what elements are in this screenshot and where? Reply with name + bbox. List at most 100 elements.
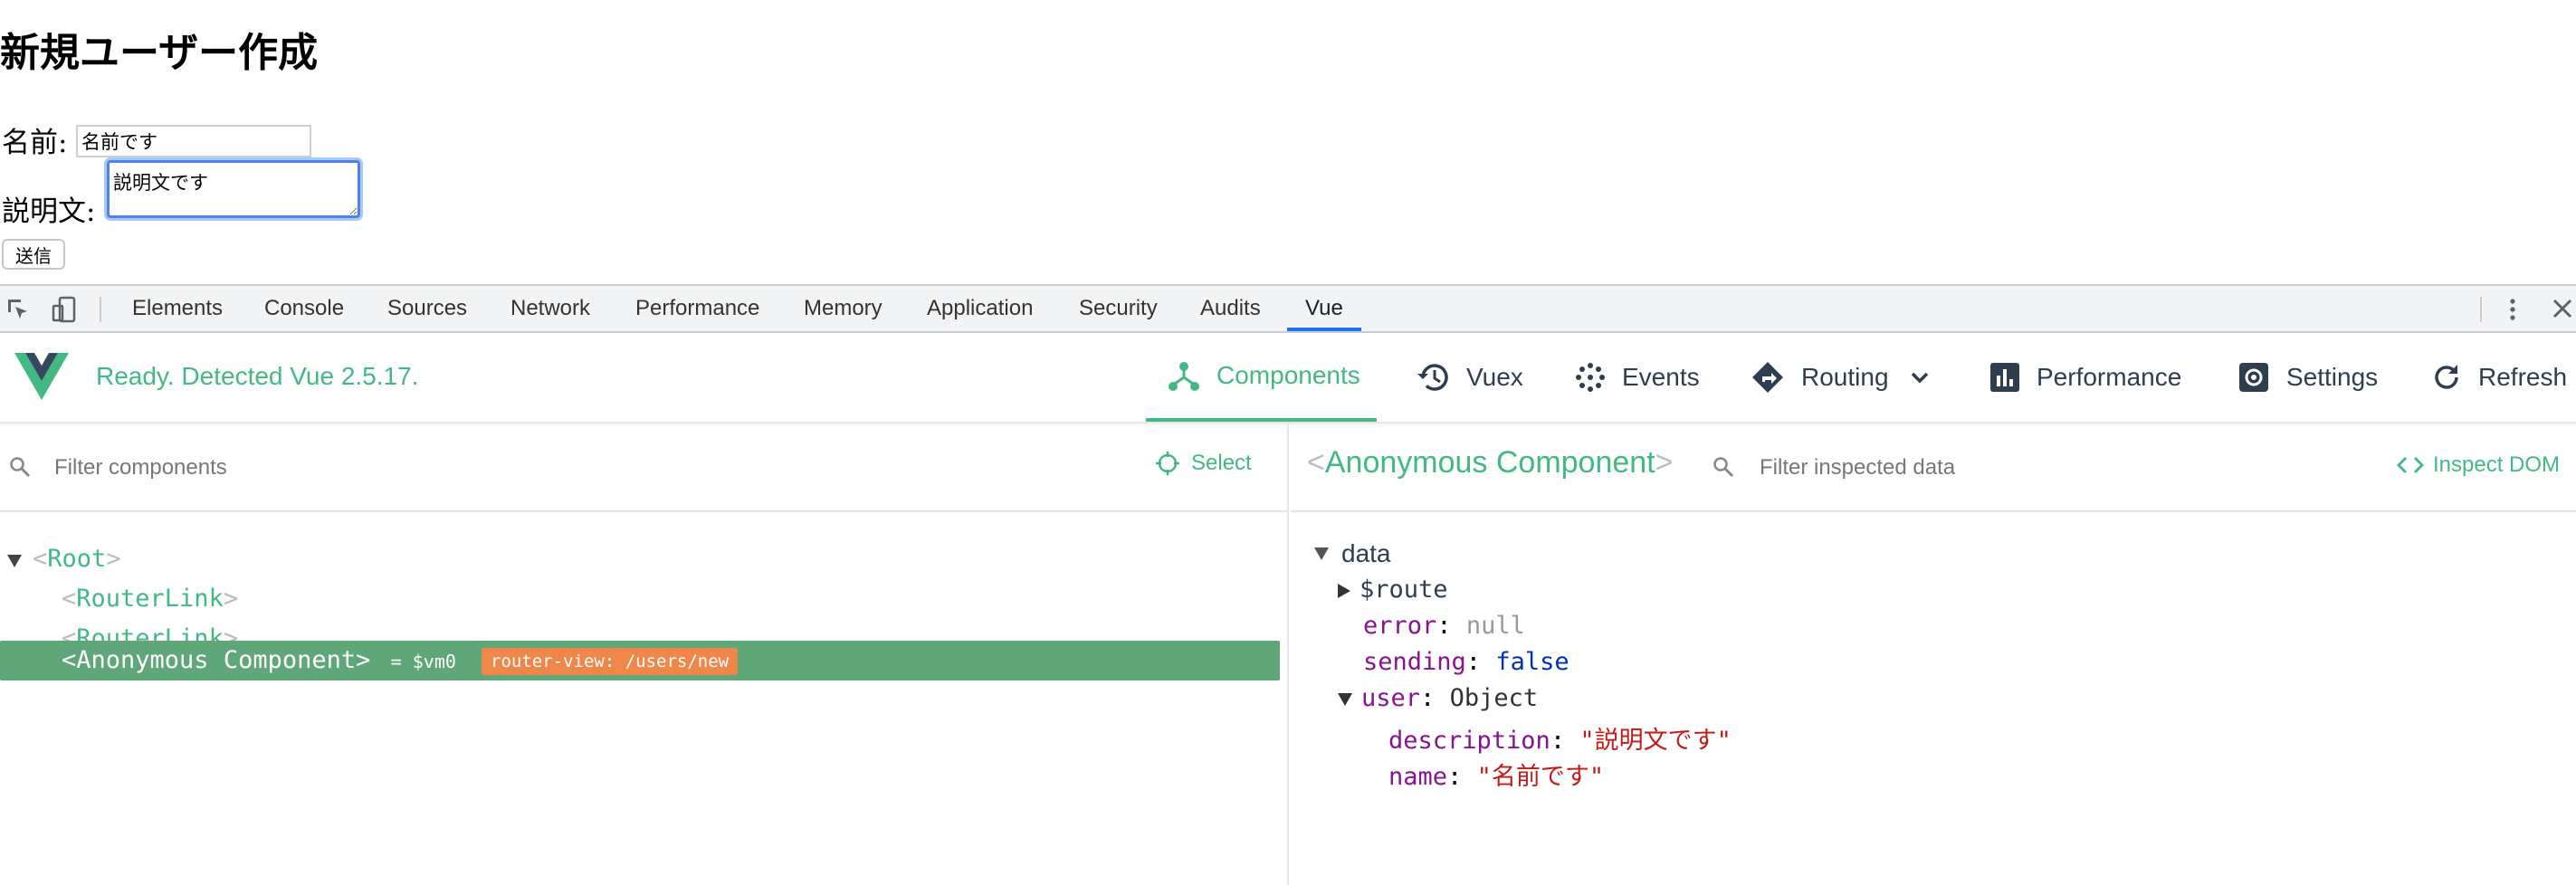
collapse-arrow-icon [1314,547,1329,560]
components-filter-bar: Select [0,423,1287,512]
vm-reference: = $vm0 [390,651,456,672]
vue-tab-refresh-label: Refresh [2478,363,2568,391]
vue-tab-routing-label: Routing [1801,363,1889,391]
events-icon [1576,363,1605,392]
vue-tab-routing[interactable]: Routing [1751,333,1947,422]
vue-tab-performance[interactable]: Performance [1989,333,2181,422]
prop-key: name [1388,763,1448,791]
devtools-tab-memory[interactable]: Memory [804,286,883,331]
name-input[interactable] [76,125,311,157]
crosshair-icon [1156,452,1179,475]
inspect-element-icon[interactable] [5,297,31,326]
devtools-tab-application[interactable]: Application [927,286,1033,331]
tree-node-routerlink[interactable]: <RouterLink> [62,579,238,619]
devtools-tab-network[interactable]: Network [510,286,590,331]
title-tag-close: > [1655,445,1674,480]
inspected-component-title: <Anonymous Component> [1307,445,1674,481]
devtools-tab-elements[interactable]: Elements [132,286,223,331]
vue-logo-icon [14,353,69,404]
vue-tab-components-label: Components [1216,361,1360,389]
search-icon [9,456,31,481]
devtools-tabbar: Elements Console Sources Network Perform… [0,284,2576,333]
prop-value[interactable]: null [1466,612,1525,640]
submit-button[interactable]: 送信 [2,239,65,270]
vue-tab-settings[interactable]: Settings [2237,333,2378,422]
tree-tag-open: < [62,646,77,674]
data-prop-route[interactable]: $route [1338,576,1448,604]
tree-node-anonymous-selected[interactable]: <Anonymous Component> = $vm0 router-view… [0,641,1280,680]
prop-key: $route [1360,576,1448,604]
devtools-tab-audits[interactable]: Audits [1200,286,1261,331]
chevron-down-icon [1911,372,1928,384]
components-icon [1169,362,1199,391]
vue-tab-settings-label: Settings [2286,363,2379,391]
data-prop-name: name: "名前です" [1388,757,1604,792]
inspect-dom-label: Inspect DOM [2433,452,2561,477]
inspector-pane: <Anonymous Component> Inspect DOM data $… [1291,423,2576,885]
vue-tab-vuex-label: Vuex [1466,363,1523,391]
prop-key: sending [1363,648,1466,676]
router-view-badge: router-view: /users/new [482,648,739,675]
search-icon [1713,456,1734,481]
title-tag-open: < [1307,445,1325,480]
prop-colon: : [1447,763,1463,791]
expand-arrow-icon[interactable] [7,540,22,580]
device-toolbar-icon[interactable] [51,295,80,328]
prop-colon: : [1550,727,1566,755]
prop-value[interactable]: false [1495,648,1569,676]
prop-value[interactable]: "説明文です" [1579,727,1732,755]
more-options-icon[interactable] [2505,295,2520,328]
select-component-button[interactable]: Select [1155,451,1252,476]
data-prop-description: description: "説明文です" [1388,720,1732,756]
tree-node-name: Anonymous Component [76,646,357,674]
prop-colon: : [1465,648,1482,676]
prop-value: Object [1449,684,1539,712]
vue-tab-refresh[interactable]: Refresh [2431,333,2567,422]
filter-inspected-data-input[interactable] [1760,452,2230,483]
prop-key: user [1361,684,1421,712]
vue-header: Ready. Detected Vue 2.5.17. Components V… [0,333,2576,423]
name-label: 名前: [2,127,68,159]
devtools-tab-performance[interactable]: Performance [635,286,759,331]
expand-arrow-icon [1338,583,1350,598]
prop-colon: : [1420,684,1436,712]
data-section-label: data [1341,539,1391,567]
components-pane: Select <Root> <RouterLink> <RouterLink> … [0,423,1289,885]
vue-tab-vuex[interactable]: Vuex [1416,333,1523,422]
prop-key: description [1388,727,1550,755]
tree-tag-close: > [106,545,121,573]
inspector-filter-bar: <Anonymous Component> Inspect DOM [1291,423,2576,512]
page-title: 新規ユーザー作成 [0,30,319,76]
tree-node-name: RouterLink [76,585,224,613]
devtools-tab-console[interactable]: Console [264,286,344,331]
description-label: 説明文: [2,195,96,228]
vue-tab-components[interactable]: Components [1146,333,1377,422]
tree-node-name: Root [47,545,107,573]
filter-components-input[interactable] [54,452,561,483]
vue-tab-events-label: Events [1622,363,1700,391]
close-devtools-icon[interactable] [2551,297,2574,324]
title-name: Anonymous Component [1324,445,1655,480]
tree-node-root[interactable]: <Root> [7,539,121,579]
devtools-tab-security[interactable]: Security [1079,286,1158,331]
collapse-arrow-icon [1338,692,1352,706]
prop-colon: : [1436,612,1452,640]
data-prop-sending: sending: false [1363,648,1569,676]
tree-tag-open: < [33,545,48,573]
refresh-icon [2435,365,2458,389]
settings-icon [2239,363,2268,392]
tree-tag-close: > [356,646,371,674]
prop-value[interactable]: "名前です" [1477,763,1605,791]
data-section-header[interactable]: data [1314,539,1391,568]
devtools-tab-sources[interactable]: Sources [387,286,467,331]
bar-chart-icon [1990,363,2019,392]
description-textarea[interactable]: 説明文です [107,160,360,218]
data-prop-user[interactable]: user: Object [1338,684,1538,712]
tree-tag-close: > [223,585,239,613]
inspect-dom-button[interactable]: Inspect DOM [2397,452,2560,478]
vue-tab-performance-label: Performance [2037,363,2182,391]
history-icon [1417,364,1448,391]
devtools-tab-vue[interactable]: Vue [1287,286,1361,331]
select-label: Select [1191,451,1252,475]
vue-tab-events[interactable]: Events [1575,333,1700,422]
